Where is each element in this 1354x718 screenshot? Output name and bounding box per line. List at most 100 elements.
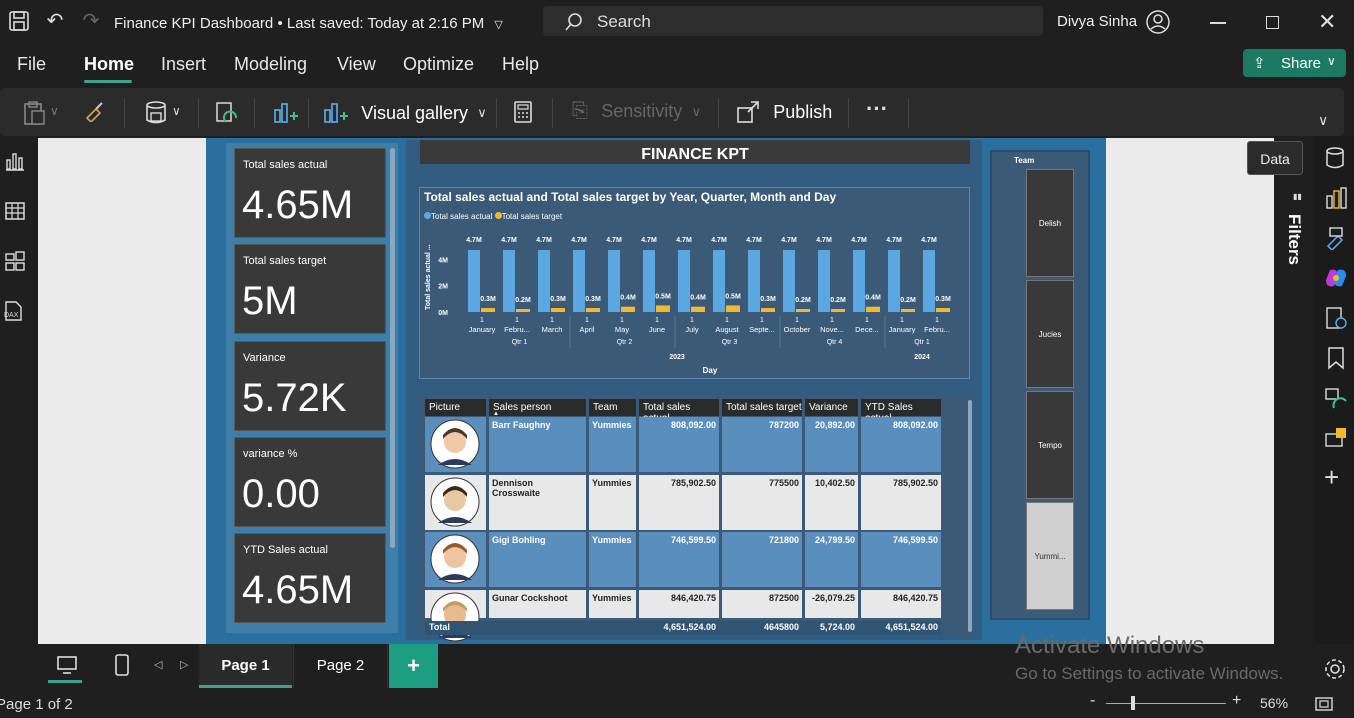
dax-query-view-icon[interactable]: DAX [2, 300, 24, 324]
avatar-icon[interactable] [1146, 10, 1170, 39]
scrollbar[interactable] [390, 148, 395, 548]
zoom-out-button[interactable]: - [1090, 692, 1095, 710]
chevron-down-icon[interactable]: ▽ [494, 19, 502, 31]
month-tick-label: Febru... [924, 325, 950, 334]
bar-target [586, 308, 600, 312]
quarter-tick-label: Qtr 1 [914, 339, 930, 346]
save-icon[interactable] [8, 10, 30, 32]
kpi-card-total-sales-target[interactable]: Total sales target 5M [234, 244, 386, 334]
kpi-card-variance[interactable]: Variance 5.72K [234, 341, 386, 431]
next-page-icon[interactable]: ▷ [180, 658, 188, 671]
copilot-icon[interactable] [1324, 266, 1348, 295]
data-label-target: 0.2M [900, 297, 916, 304]
new-visual-icon[interactable] [272, 100, 298, 132]
column-header-sales-person[interactable]: Sales person ▲ [489, 399, 586, 417]
paste-icon[interactable] [22, 100, 46, 132]
table-cell-person: Dennison Crosswaite [489, 474, 586, 530]
column-header-total-sales-actual[interactable]: Total sales actual [639, 399, 719, 424]
ribbon-separator [552, 98, 553, 128]
kpi-card-variance-percent[interactable]: variance % 0.00 [234, 437, 386, 527]
sales-table[interactable]: Picture Sales person▲ Team Total sales a… [420, 396, 972, 641]
sales-chart[interactable]: Total sales actual and Total sales targe… [419, 187, 970, 379]
redo-icon[interactable]: ↷ [80, 10, 102, 32]
undo-icon[interactable]: ↶ [44, 10, 66, 32]
data-pane-icon[interactable] [1324, 146, 1346, 175]
menu-home[interactable]: Home [84, 54, 134, 75]
share-button[interactable]: ⇪ Share ∨ [1243, 49, 1346, 77]
report-view-icon[interactable] [4, 150, 26, 177]
table-scrollbar[interactable] [968, 400, 972, 632]
mobile-layout-icon[interactable] [114, 653, 130, 682]
table-cell-variance: 20,892.00 [805, 417, 858, 472]
search-box[interactable]: Search [543, 6, 1043, 36]
bar-actual [818, 250, 830, 312]
filters-pane[interactable]: ▮▮ Filters [1274, 136, 1314, 644]
bookmark-icon[interactable] [1326, 346, 1346, 375]
column-header-team[interactable]: Team [589, 399, 636, 416]
slicer-item-jucies[interactable]: Jucies [1026, 280, 1074, 388]
more-options-button[interactable]: ··· [866, 96, 888, 122]
column-header-picture[interactable]: Picture [425, 399, 486, 416]
day-tick-label: 1 [865, 317, 869, 324]
column-header-variance[interactable]: Variance [805, 399, 858, 416]
visual-gallery-button[interactable]: Visual gallery ∨ [322, 100, 487, 126]
add-page-button[interactable]: + [389, 644, 438, 688]
slicer-item-delish[interactable]: Delish [1026, 169, 1074, 277]
chevron-down-icon[interactable]: ∨ [50, 104, 59, 118]
tab-page-1[interactable]: Page 1 [199, 644, 292, 688]
format-painter-icon[interactable] [84, 100, 106, 128]
menu-insert[interactable]: Insert [161, 54, 206, 75]
slicer-item-tempo[interactable]: Tempo [1026, 391, 1074, 499]
prev-page-icon[interactable]: ◁ [154, 658, 162, 671]
table-view-icon[interactable] [4, 200, 26, 227]
user-name[interactable]: Divya Sinha [1057, 13, 1137, 30]
chevron-down-icon[interactable]: ∨ [172, 104, 181, 118]
zoom-slider[interactable] [1106, 703, 1226, 704]
quarter-tick-label: Qtr 2 [617, 339, 633, 346]
sync-slicers-icon[interactable] [1324, 386, 1348, 415]
model-view-icon[interactable] [4, 250, 26, 277]
performance-analyzer-icon[interactable] [1324, 306, 1348, 335]
get-data-icon[interactable] [144, 100, 168, 132]
menu-optimize[interactable]: Optimize [403, 54, 474, 75]
menu-file[interactable]: File [17, 54, 46, 75]
bar-actual [468, 250, 480, 312]
zoom-in-button[interactable]: + [1232, 692, 1241, 710]
add-pane-icon[interactable]: + [1324, 462, 1339, 493]
publish-icon [737, 101, 759, 123]
bar-actual [608, 250, 620, 312]
desktop-layout-icon[interactable] [56, 654, 78, 681]
collapse-ribbon-icon[interactable]: ∨ [1318, 112, 1328, 129]
kpi-card-total-sales-actual[interactable]: Total sales actual 4.65M [234, 148, 386, 238]
minimize-icon[interactable] [1210, 22, 1226, 24]
table-cell-actual: 785,902.50 [639, 474, 719, 530]
ribbon-separator [496, 98, 497, 128]
tab-page-2[interactable]: Page 2 [293, 644, 388, 688]
close-icon[interactable]: ✕ [1318, 9, 1336, 35]
visualizations-pane-icon[interactable] [1324, 186, 1348, 215]
zoom-slider-handle[interactable] [1131, 696, 1135, 710]
publish-button[interactable]: Publish [736, 100, 832, 124]
selection-pane-icon[interactable] [1324, 426, 1348, 455]
activation-watermark-text: Go to Settings to activate Windows. [1015, 664, 1284, 683]
bar-target [551, 308, 565, 312]
menu-help[interactable]: Help [502, 54, 539, 75]
data-label-target: 0.4M [620, 295, 636, 302]
calculator-icon[interactable] [512, 100, 534, 130]
data-tooltip: Data [1247, 141, 1303, 175]
slicer-item-yummies[interactable]: Yummi... [1026, 502, 1074, 610]
maximize-icon[interactable] [1266, 16, 1279, 29]
column-header-total-sales-target[interactable]: Total sales target [722, 399, 802, 416]
fit-to-page-icon[interactable] [1314, 696, 1334, 717]
bar-actual [643, 250, 655, 312]
settings-icon[interactable] [1322, 656, 1348, 687]
format-pane-icon[interactable] [1324, 226, 1348, 255]
kpi-card-ytd-sales-actual[interactable]: YTD Sales actual 4.65M [234, 533, 386, 623]
menu-view[interactable]: View [337, 54, 376, 75]
menu-modeling[interactable]: Modeling [234, 54, 307, 75]
data-label-actual: 4.7M [886, 237, 902, 244]
data-label-actual: 4.7M [746, 237, 762, 244]
document-title[interactable]: Finance KPI Dashboard • Last saved: Toda… [114, 15, 503, 32]
column-header-ytd-sales-actual[interactable]: YTD Sales actual [861, 399, 941, 424]
refresh-icon[interactable] [214, 100, 238, 132]
